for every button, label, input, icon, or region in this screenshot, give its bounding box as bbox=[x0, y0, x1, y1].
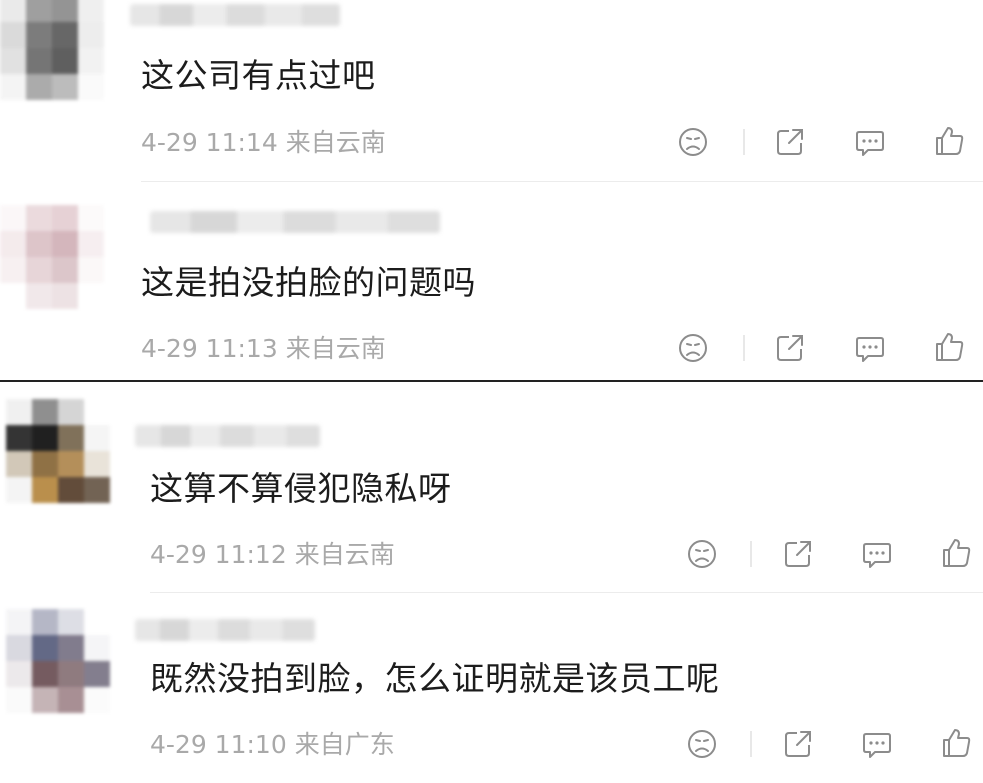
comment-time: 4-29 11:12 bbox=[150, 540, 287, 569]
screenshot-panel-bottom: 这算不算侵犯隐私呀 4-29 11:12 来自云南 既然没拍到脸，怎么证明就是该… bbox=[0, 383, 983, 783]
share-icon[interactable] bbox=[773, 331, 807, 365]
username-blurred[interactable] bbox=[135, 425, 320, 447]
comment-location: 来自云南 bbox=[285, 128, 386, 157]
comment-divider bbox=[150, 592, 983, 593]
comment-location: 来自广东 bbox=[294, 730, 395, 759]
reply-icon[interactable] bbox=[853, 331, 887, 365]
action-separator bbox=[743, 129, 745, 155]
share-icon[interactable] bbox=[773, 125, 807, 159]
share-icon[interactable] bbox=[781, 537, 815, 571]
comment-divider bbox=[141, 181, 983, 182]
comment-time: 4-29 11:14 bbox=[141, 128, 278, 157]
dislike-icon[interactable] bbox=[685, 537, 719, 571]
reply-icon[interactable] bbox=[853, 125, 887, 159]
like-icon[interactable] bbox=[940, 726, 974, 760]
comment-location: 来自云南 bbox=[294, 540, 395, 569]
comment-meta: 4-29 11:12 来自云南 bbox=[150, 540, 395, 570]
reply-icon[interactable] bbox=[860, 727, 894, 761]
avatar[interactable] bbox=[0, 0, 104, 100]
action-separator bbox=[750, 731, 752, 757]
comment-item: 这算不算侵犯隐私呀 4-29 11:12 来自云南 bbox=[0, 383, 983, 595]
share-icon[interactable] bbox=[781, 727, 815, 761]
comment-item: 既然没拍到脸，怎么证明就是该员工呢 4-29 11:10 来自广东 bbox=[0, 595, 983, 783]
comment-time: 4-29 11:13 bbox=[141, 334, 278, 363]
dislike-icon[interactable] bbox=[676, 125, 710, 159]
like-icon[interactable] bbox=[933, 330, 967, 364]
reply-icon[interactable] bbox=[860, 537, 894, 571]
comment-time: 4-29 11:10 bbox=[150, 730, 287, 759]
like-icon[interactable] bbox=[940, 536, 974, 570]
screenshot-panel-top: 这公司有点过吧 4-29 11:14 来自云南 这是拍没拍脸的问题吗 4-29 … bbox=[0, 0, 983, 381]
username-blurred[interactable] bbox=[150, 211, 440, 233]
action-separator bbox=[743, 335, 745, 361]
comment-item: 这公司有点过吧 4-29 11:14 来自云南 bbox=[0, 0, 983, 185]
screenshot-separator bbox=[0, 380, 983, 382]
username-blurred[interactable] bbox=[135, 619, 315, 641]
avatar[interactable] bbox=[6, 609, 110, 713]
comment-meta: 4-29 11:13 来自云南 bbox=[141, 334, 386, 364]
action-separator bbox=[750, 541, 752, 567]
like-icon[interactable] bbox=[933, 124, 967, 158]
comment-text: 既然没拍到脸，怎么证明就是该员工呢 bbox=[150, 659, 720, 698]
dislike-icon[interactable] bbox=[676, 331, 710, 365]
dislike-icon[interactable] bbox=[685, 727, 719, 761]
comment-location: 来自云南 bbox=[285, 334, 386, 363]
comment-text: 这是拍没拍脸的问题吗 bbox=[141, 263, 476, 302]
avatar[interactable] bbox=[0, 205, 104, 309]
comment-meta: 4-29 11:10 来自广东 bbox=[150, 730, 395, 760]
username-blurred[interactable] bbox=[130, 4, 340, 26]
comment-text: 这算不算侵犯隐私呀 bbox=[150, 469, 452, 508]
comment-meta: 4-29 11:14 来自云南 bbox=[141, 128, 386, 158]
comment-item: 这是拍没拍脸的问题吗 4-29 11:13 来自云南 bbox=[0, 185, 983, 381]
avatar[interactable] bbox=[6, 399, 110, 503]
comment-text: 这公司有点过吧 bbox=[141, 56, 376, 95]
